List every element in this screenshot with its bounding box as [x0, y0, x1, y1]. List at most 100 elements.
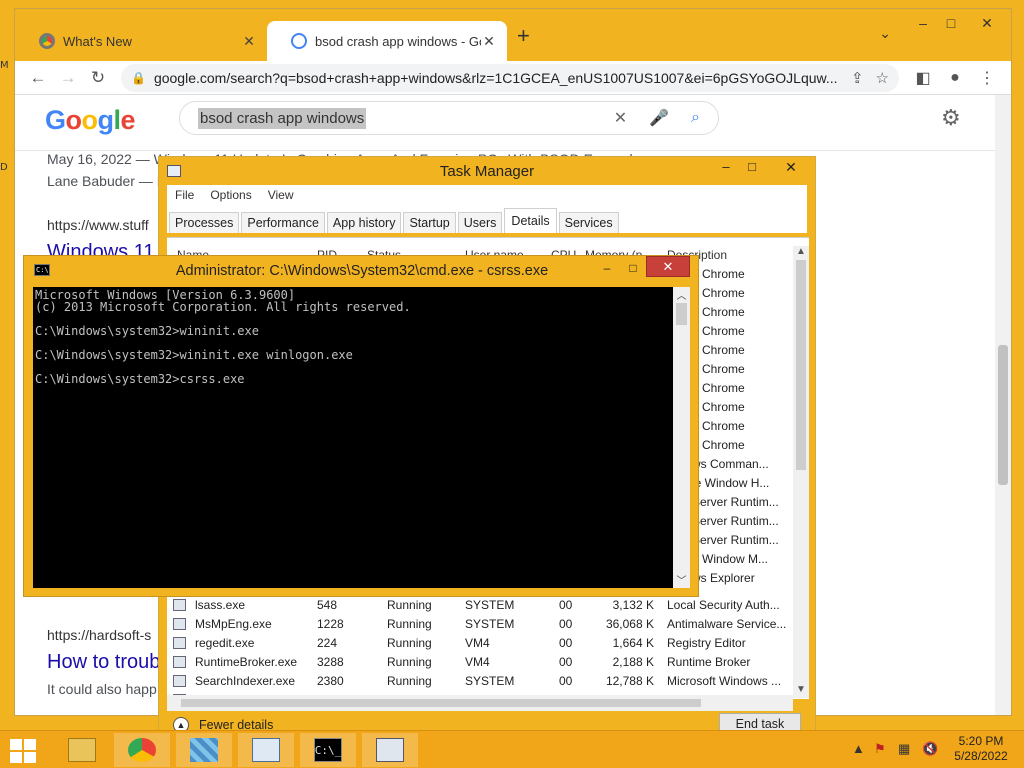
cell-description: Server Runtim...: [692, 533, 779, 547]
tab-close-icon[interactable]: ✕: [481, 33, 497, 50]
settings-gear-icon[interactable]: ⚙: [941, 105, 961, 131]
side-panel-icon[interactable]: ◧: [907, 68, 939, 88]
page-scrollbar[interactable]: [995, 95, 1011, 715]
cmd-console-output[interactable]: Microsoft Windows [Version 6.3.9600] (c)…: [33, 287, 673, 588]
google-favicon-icon: [291, 33, 307, 49]
result-url[interactable]: https://www.stuff: [47, 217, 149, 233]
search-icon[interactable]: ⌕: [691, 109, 700, 127]
tab-performance[interactable]: Performance: [241, 212, 325, 233]
system-clock[interactable]: 5:20 PM 5/28/2022: [946, 734, 1016, 764]
menu-file[interactable]: File: [167, 188, 202, 202]
bookmark-star-icon[interactable]: ☆: [876, 69, 889, 87]
search-query-text[interactable]: bsod crash app windows: [198, 107, 367, 129]
back-arrow-icon[interactable]: ←: [23, 68, 53, 88]
forward-arrow-icon[interactable]: →: [53, 68, 83, 88]
menu-view[interactable]: View: [260, 188, 302, 202]
taskbar-file-explorer[interactable]: [54, 733, 110, 767]
action-center-flag-icon[interactable]: ⚑: [874, 741, 886, 757]
cell-pid: 1228: [317, 617, 344, 631]
start-windows-icon[interactable]: [10, 739, 38, 763]
process-icon: [173, 656, 186, 668]
show-hidden-icons-icon[interactable]: ▲: [852, 741, 865, 756]
page-scroll-thumb[interactable]: [998, 345, 1008, 485]
cmd-close-button[interactable]: ✕: [646, 256, 690, 277]
tab-title: What's New: [63, 33, 132, 49]
new-tab-button[interactable]: +: [517, 23, 530, 49]
cmd-titlebar[interactable]: C:\ Administrator: C:\Windows\System32\c…: [24, 256, 698, 286]
registry-editor-icon: [190, 738, 218, 762]
cell-user: SYSTEM: [465, 617, 515, 631]
table-row[interactable]: regedit.exe 224 Running VM4 00 1,664 K Registr…: [167, 634, 793, 653]
logo-letter: o: [65, 105, 83, 135]
cell-description: Registry Editor: [667, 636, 746, 650]
address-bar[interactable]: 🔒 google.com/search?q=bsod+crash+app+win…: [121, 63, 899, 92]
taskbar-cmd[interactable]: C:\_: [300, 733, 356, 767]
share-icon[interactable]: ⇪: [851, 69, 864, 87]
task-manager-icon: [376, 738, 404, 762]
result-snippet: It could also happ: [47, 681, 157, 697]
cmd-minimize-button[interactable]: –: [594, 261, 620, 275]
volume-muted-icon[interactable]: 🔇: [922, 741, 938, 757]
google-search-box[interactable]: bsod crash app windows ✕ 🎤 ⌕: [179, 101, 719, 135]
cell-name: regedit.exe: [195, 636, 255, 650]
taskbar-chrome[interactable]: [114, 733, 170, 767]
tab-whats-new[interactable]: What's New ✕: [15, 21, 267, 61]
chrome-menu-icon[interactable]: ⋮: [971, 68, 1003, 88]
tab-close-icon[interactable]: ✕: [241, 33, 257, 50]
result-url[interactable]: https://hardsoft-s: [47, 627, 151, 643]
cell-cpu: 00: [559, 655, 573, 669]
tm-close-button[interactable]: ✕: [769, 159, 813, 179]
tm-horizontal-scrollbar[interactable]: [167, 695, 793, 711]
result-title-link[interactable]: How to troub: [47, 651, 160, 674]
tm-vertical-scrollbar[interactable]: ▲ ▼: [793, 246, 809, 698]
tab-app-history[interactable]: App history: [326, 212, 402, 233]
clear-search-icon[interactable]: ✕: [614, 108, 627, 128]
table-row[interactable]: SearchIndexer.exe 2380 Running SYSTEM 00 12,7…: [167, 672, 793, 691]
cell-name: lsass.exe: [195, 598, 246, 612]
scroll-up-arrow-icon[interactable]: ▲: [793, 246, 809, 257]
tm-scroll-thumb[interactable]: [796, 260, 806, 470]
tab-search-chevron-icon[interactable]: ⌄: [879, 25, 891, 42]
voice-search-icon[interactable]: 🎤: [649, 108, 669, 128]
cell-description: Runtime Broker: [667, 655, 751, 669]
table-row[interactable]: lsass.exe 548 Running SYSTEM 00 3,132 K Local …: [167, 596, 793, 615]
tm-maximize-button[interactable]: □: [737, 159, 767, 174]
table-row[interactable]: MsMpEng.exe 1228 Running SYSTEM 00 36,068 K An…: [167, 615, 793, 634]
reload-icon[interactable]: ↻: [83, 68, 113, 88]
cmd-maximize-button[interactable]: □: [620, 261, 646, 275]
table-row[interactable]: RuntimeBroker.exe 3288 Running VM4 00 2,188 K…: [167, 653, 793, 672]
tab-startup[interactable]: Startup: [403, 212, 456, 233]
network-icon[interactable]: ▦: [898, 741, 910, 757]
cmd-scroll-thumb[interactable]: [676, 303, 687, 325]
logo-letter: l: [113, 105, 122, 135]
chrome-maximize-button[interactable]: □: [931, 11, 971, 35]
command-prompt-icon: C:\_: [314, 738, 342, 762]
chrome-close-button[interactable]: ✕: [967, 11, 1007, 35]
tm-hscroll-thumb[interactable]: [181, 699, 701, 707]
process-icon: [173, 599, 186, 611]
cell-description: Microsoft Windows ...: [667, 674, 782, 688]
taskbar-task-manager[interactable]: [362, 733, 418, 767]
tab-details[interactable]: Details: [504, 208, 557, 233]
profile-avatar-icon[interactable]: ●: [939, 69, 971, 87]
task-manager-titlebar[interactable]: Task Manager – □ ✕: [159, 157, 815, 185]
cell-description: Server Runtim...: [692, 514, 779, 528]
scroll-down-arrow-icon[interactable]: ﹀: [673, 572, 690, 587]
chrome-tab-strip: What's New ✕ bsod crash app windows - Go…: [15, 9, 1011, 61]
menu-options[interactable]: Options: [202, 188, 259, 202]
control-panel-icon: [252, 738, 280, 762]
cell-description: ws Comman...: [692, 457, 769, 471]
taskbar-control-panel[interactable]: [238, 733, 294, 767]
cell-description: Antimalware Service...: [667, 617, 787, 631]
console-line: (c) 2013 Microsoft Corporation. All righ…: [35, 300, 411, 314]
cell-user: VM4: [465, 655, 490, 669]
scroll-down-arrow-icon[interactable]: ▼: [793, 684, 809, 695]
tab-processes[interactable]: Processes: [169, 212, 240, 233]
scroll-up-arrow-icon[interactable]: ︿: [673, 287, 690, 302]
tab-services[interactable]: Services: [558, 212, 619, 233]
google-logo[interactable]: Google: [45, 105, 136, 136]
tab-google-search[interactable]: bsod crash app windows - Goog ✕: [267, 21, 507, 61]
cmd-vertical-scrollbar[interactable]: ︿ ﹀: [673, 287, 690, 588]
tab-users[interactable]: Users: [457, 212, 503, 233]
taskbar-regedit[interactable]: [176, 733, 232, 767]
